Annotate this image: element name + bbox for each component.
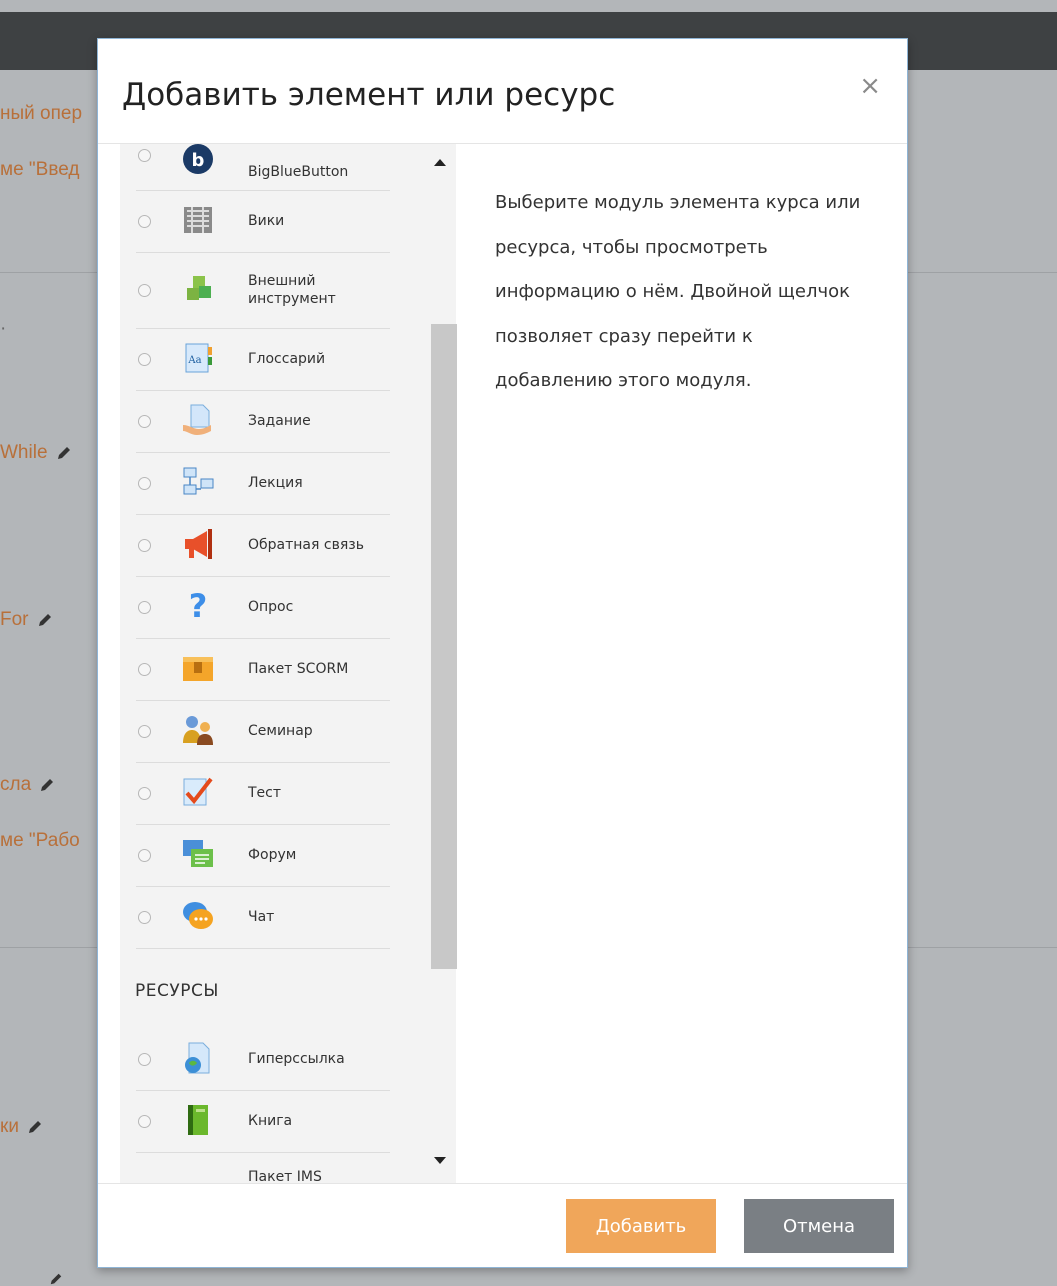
close-icon[interactable]: × [859,71,881,101]
module-radio[interactable] [138,1053,151,1066]
background-link[interactable]: сла [0,774,55,796]
module-label: Форум [248,847,297,863]
cancel-button[interactable]: Отмена [744,1199,894,1253]
module-label: Пакет SCORM [248,661,349,677]
module-label: Внешний инструмент [248,273,336,307]
module-radio[interactable] [138,149,151,162]
background-text: · [0,318,7,339]
quiz-icon [183,777,213,806]
module-radio[interactable] [138,215,151,228]
module-radio[interactable] [138,284,151,297]
background-link[interactable]: For [0,609,53,631]
dialog-title: Добавить элемент или ресурс [122,77,616,113]
dialog-header: Добавить элемент или ресурс × [98,39,907,144]
background-link[interactable]: ки [0,1116,43,1138]
assignment-icon [183,404,211,435]
background-link-text[interactable]: сла [0,774,31,795]
pencil-icon[interactable] [27,1119,43,1135]
list-item[interactable]: Форум [136,824,390,887]
module-radio[interactable] [138,787,151,800]
module-radio[interactable] [138,911,151,924]
list-item[interactable]: Внешний инструмент [136,252,390,329]
chat-icon [183,902,213,929]
lesson-icon [183,467,214,495]
list-item[interactable]: b BigBlueButton [136,144,390,191]
module-label: Задание [248,413,311,429]
forum-icon [183,840,213,867]
module-label: Обратная связь [248,537,364,553]
module-label: Опрос [248,599,294,615]
module-radio[interactable] [138,725,151,738]
list-item[interactable]: Обратная связь [136,514,390,577]
list-item[interactable]: ? Опрос [136,576,390,639]
module-radio[interactable] [138,539,151,552]
module-label: Книга [248,1113,293,1129]
close-button[interactable]: × [859,71,881,101]
module-label: Семинар [248,723,313,739]
background-link-text[interactable]: For [0,609,29,630]
glossary-icon: Aa [185,343,212,373]
add-activity-dialog: Добавить элемент или ресурс × b BigBlueB… [97,38,908,1268]
module-label: Глоссарий [248,351,326,367]
background-link[interactable]: While [0,442,72,464]
list-item[interactable]: Тест [136,762,390,825]
scrollbar-thumb[interactable] [431,324,457,969]
scorm-icon [183,657,213,681]
module-radio[interactable] [138,477,151,490]
book-icon [188,1105,208,1135]
workshop-icon [183,716,213,745]
resources-heading: РЕСУРСЫ [135,981,219,1001]
module-list-pane[interactable]: b BigBlueButton Вики Внешний инструмент … [120,144,456,1184]
module-radio[interactable] [138,1115,151,1128]
list-item[interactable]: Гиперссылка [136,1028,390,1091]
list-item[interactable]: Семинар [136,700,390,763]
module-label: Тест [248,785,282,801]
pencil-icon[interactable] [39,777,55,793]
svg-text:?: ? [189,589,208,623]
add-button[interactable]: Добавить [566,1199,716,1253]
list-item[interactable]: Пакет IMS [136,1152,390,1184]
choice-icon: ? [189,589,208,623]
module-label: Гиперссылка [248,1051,345,1067]
module-label: BigBlueButton [248,164,349,180]
module-radio[interactable] [138,601,151,614]
list-item[interactable]: Вики [136,190,390,253]
wiki-icon [184,207,212,233]
list-item[interactable]: Книга [136,1090,390,1153]
svg-text:b: b [192,150,205,171]
list-item[interactable]: Задание [136,390,390,453]
scroll-down-arrow[interactable] [434,1157,446,1164]
scroll-up-arrow[interactable] [434,159,446,166]
module-label: Лекция [248,475,303,491]
module-description: Выберите модуль элемента курса или ресур… [495,192,861,391]
module-label: Пакет IMS [248,1169,322,1184]
background-text[interactable]: ме "Введ [0,159,79,181]
background-link-text[interactable]: While [0,442,48,463]
list-item[interactable]: Лекция [136,452,390,515]
module-radio[interactable] [138,353,151,366]
list-item[interactable]: Aa Глоссарий [136,328,390,391]
module-label: Вики [248,213,285,229]
module-radio[interactable] [138,415,151,428]
module-label: Чат [248,909,275,925]
pencil-icon[interactable] [48,1272,64,1286]
background-text[interactable]: ме "Рабо [0,830,80,852]
list-item[interactable]: Чат [136,886,390,949]
module-radio[interactable] [138,663,151,676]
svg-text:Aa: Aa [187,355,201,366]
feedback-icon [185,529,212,559]
url-icon [185,1042,210,1074]
dialog-footer: Добавить Отмена [98,1183,907,1268]
pencil-icon[interactable] [37,612,53,628]
pencil-icon[interactable] [56,445,72,461]
background-text[interactable]: ный опер [0,103,82,125]
bigbluebutton-icon: b [183,144,213,174]
external-tool-icon [187,276,211,300]
module-radio[interactable] [138,849,151,862]
background-link-text[interactable]: ки [0,1116,19,1137]
list-item[interactable]: Пакет SCORM [136,638,390,701]
